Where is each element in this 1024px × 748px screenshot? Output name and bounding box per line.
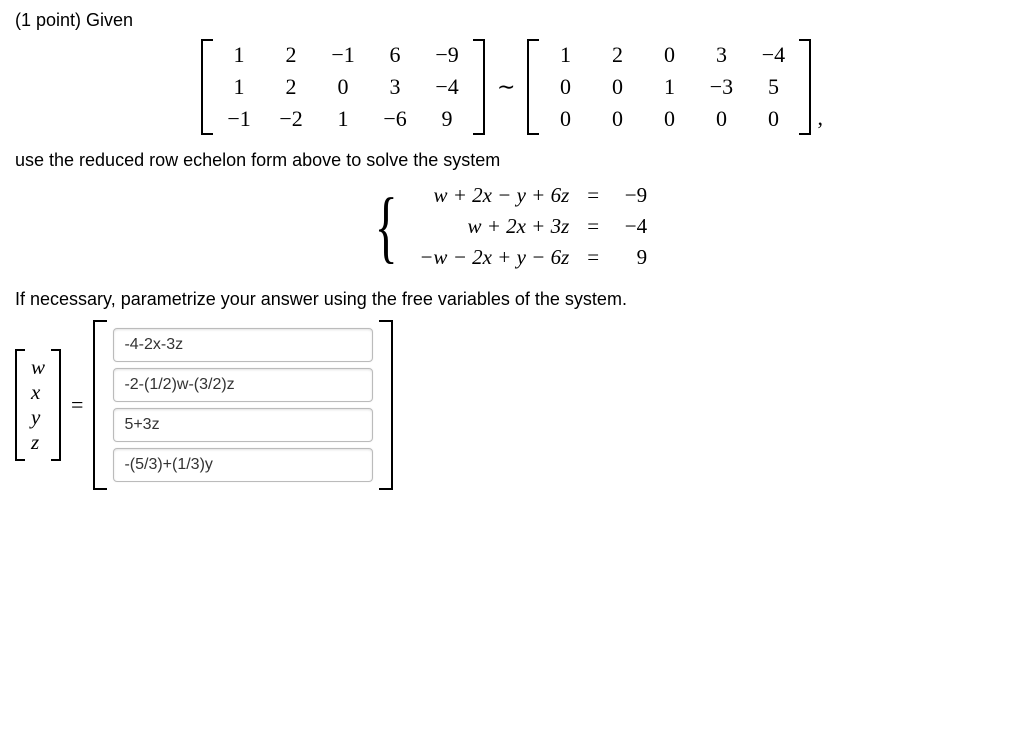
right-bracket [473, 39, 485, 135]
answer-vector-equation: w x y z = [15, 320, 1009, 490]
eq2-lhs: w + 2x + 3z [411, 212, 577, 241]
eq1-lhs: w + 2x − y + 6z [411, 181, 577, 210]
right-bracket [799, 39, 811, 135]
eq3-rhs: 9 [609, 243, 655, 272]
eq2-eq: = [579, 212, 607, 241]
eq1-rhs: −9 [609, 181, 655, 210]
eq3-eq: = [579, 243, 607, 272]
equals-sign: = [61, 392, 93, 418]
right-bracket [51, 349, 61, 461]
eq2-rhs: −4 [609, 212, 655, 241]
answer-z-input[interactable] [113, 448, 373, 482]
right-bracket [379, 320, 393, 490]
variable-labels: w x y z [25, 349, 51, 461]
eq3-lhs: −w − 2x + y − 6z [411, 243, 577, 272]
matrix-B: 1203−4 001−35 00000 [539, 39, 799, 135]
var-z: z [31, 430, 45, 455]
var-x: x [31, 380, 45, 405]
eq1-eq: = [579, 181, 607, 210]
instruction-1: use the reduced row echelon form above t… [15, 150, 1009, 171]
matrix-A: 12−16−9 1203−4 −1−21−69 [213, 39, 473, 135]
answer-y-input[interactable] [113, 408, 373, 442]
var-w: w [31, 355, 45, 380]
var-y: y [31, 405, 45, 430]
left-bracket [15, 349, 25, 461]
instruction-2: If necessary, parametrize your answer us… [15, 289, 1009, 310]
points-header: (1 point) Given [15, 10, 1009, 31]
answer-w-input[interactable] [113, 328, 373, 362]
tilde-symbol: ∼ [485, 74, 527, 100]
left-bracket [201, 39, 213, 135]
left-bracket [93, 320, 107, 490]
answer-x-input[interactable] [113, 368, 373, 402]
matrix-equivalence: 12−16−9 1203−4 −1−21−69 ∼ 1203−4 001−35 … [15, 39, 1009, 135]
trailing-comma: , [811, 105, 823, 135]
equation-system: { w + 2x − y + 6z = −9 w + 2x + 3z = −4 … [15, 179, 1009, 274]
left-bracket [527, 39, 539, 135]
left-brace: { [375, 187, 398, 267]
